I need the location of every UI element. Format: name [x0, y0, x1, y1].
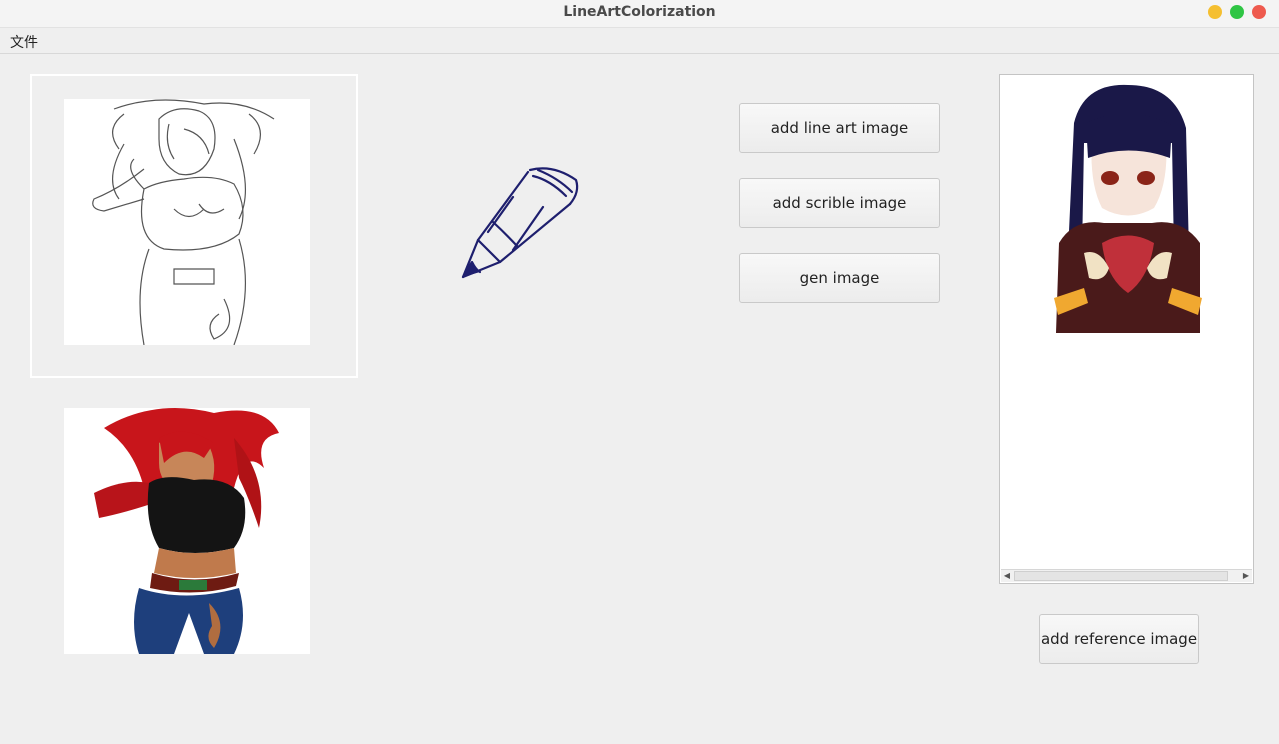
minimize-button[interactable] — [1208, 5, 1222, 19]
close-button[interactable] — [1252, 5, 1266, 19]
maximize-button[interactable] — [1230, 5, 1244, 19]
scroll-left-icon[interactable]: ◀ — [1001, 570, 1013, 582]
menu-bar: 文件 — [0, 28, 1279, 54]
line-art-image — [64, 99, 310, 346]
reference-image-panel[interactable]: ◀ ▶ — [999, 74, 1254, 584]
scrollbar-thumb[interactable] — [1014, 571, 1228, 581]
pencil-icon — [458, 162, 582, 282]
scroll-right-icon[interactable]: ▶ — [1240, 570, 1252, 582]
window-title: LineArtColorization — [563, 4, 716, 20]
add-scrible-button[interactable]: add scrible image — [739, 178, 940, 228]
gen-image-button[interactable]: gen image — [739, 253, 940, 303]
colorized-output-image — [64, 408, 310, 654]
add-line-art-button[interactable]: add line art image — [739, 103, 940, 153]
title-bar: LineArtColorization — [0, 0, 1279, 28]
menu-file[interactable]: 文件 — [10, 32, 38, 52]
reference-image — [1054, 83, 1202, 333]
add-reference-button[interactable]: add reference image — [1039, 614, 1199, 664]
horizontal-scrollbar[interactable]: ◀ ▶ — [1001, 569, 1252, 582]
